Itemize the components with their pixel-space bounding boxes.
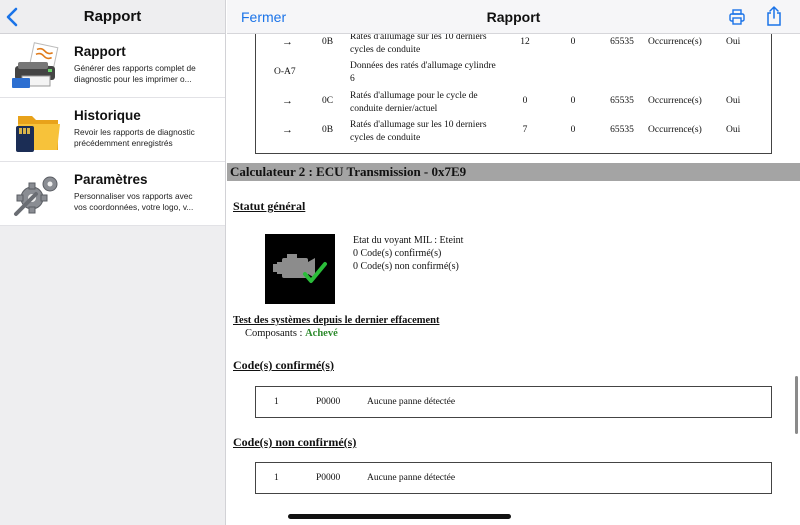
confirmed-codes-heading: Code(s) confirmé(s) [233, 358, 334, 372]
components-status: Achevé [305, 328, 338, 339]
confirmed-codes-table: 1 P0000 Aucune panne détectée [255, 386, 772, 418]
menu-item-text: Paramètres Personnaliser vos rapports av… [74, 170, 193, 213]
dtc-description: Aucune panne détectée [367, 473, 456, 483]
menu-item-description: Personnaliser vos rapports avec vos coor… [74, 191, 194, 212]
components-line: Composants : Achevé [245, 328, 338, 339]
app-root: Rapport Rapport Générer des rapports com… [0, 0, 800, 525]
test-description: Ratés d'allumage pour le cycle de condui… [350, 91, 478, 114]
test-description: Ratés d'allumage sur les 10 derniers cyc… [350, 34, 487, 55]
code-index: 1 [274, 473, 279, 483]
sidebar-header: Rapport [0, 0, 225, 34]
test-id: 0B [322, 37, 334, 47]
check-engine-ok-icon [265, 234, 335, 304]
tests-heading: Test des systèmes depuis le dernier effa… [233, 315, 440, 326]
misfire-data-table: → 0B Ratés d'allumage sur les 10 dernier… [255, 34, 772, 154]
test-id: 0C [322, 96, 334, 106]
printer-report-icon [10, 42, 66, 90]
print-icon[interactable] [729, 9, 745, 25]
dtc-code: P0000 [316, 473, 341, 483]
menu-item-title: Paramètres [74, 172, 148, 187]
test-unit: Occurrence(s) [648, 96, 702, 106]
arrow-icon: → [282, 124, 293, 136]
code-index: 1 [274, 397, 279, 407]
unconfirmed-codes-table: 1 P0000 Aucune panne détectée [255, 462, 772, 494]
menu-item-parametres[interactable]: Paramètres Personnaliser vos rapports av… [0, 162, 225, 226]
settings-gears-icon [10, 170, 66, 218]
test-value: 7 [522, 125, 528, 135]
menu-item-rapport[interactable]: Rapport Générer des rapports complet de … [0, 34, 225, 98]
sidebar-title: Rapport [83, 8, 142, 25]
pid-code: O-A7 [274, 67, 296, 77]
test-value: 12 [520, 37, 530, 47]
menu-item-description: Générer des rapports complet de diagnost… [74, 63, 196, 84]
menu-item-description: Revoir les rapports de diagnostic précéd… [74, 127, 195, 148]
test-max: 65535 [610, 37, 634, 47]
main-header: Fermer Rapport [227, 0, 800, 34]
test-result: Oui [726, 37, 741, 47]
page-title: Rapport [486, 8, 541, 25]
home-indicator[interactable] [288, 514, 511, 519]
close-button[interactable]: Fermer [241, 9, 286, 25]
test-unit: Occurrence(s) [648, 37, 702, 47]
unconfirmed-count: 0 Code(s) non confirmé(s) [353, 261, 459, 272]
test-description: Ratés d'allumage sur les 10 derniers cyc… [350, 120, 487, 143]
menu-item-text: Historique Revoir les rapports de diagno… [74, 106, 195, 149]
arrow-icon: → [282, 36, 293, 48]
test-unit: Occurrence(s) [648, 125, 702, 135]
test-result: Oui [726, 125, 741, 135]
sidebar: Rapport Rapport Générer des rapports com… [0, 0, 226, 525]
test-max: 65535 [610, 125, 634, 135]
report-content[interactable]: → 0B Ratés d'allumage sur les 10 dernier… [227, 34, 800, 525]
confirmed-count: 0 Code(s) confirmé(s) [353, 248, 442, 259]
components-label: Composants : [245, 328, 303, 339]
share-icon[interactable] [766, 6, 782, 26]
test-id: 0B [322, 125, 334, 135]
test-value: 0 [522, 96, 528, 106]
test-min: 0 [570, 125, 576, 135]
test-max: 65535 [610, 96, 634, 106]
back-chevron-icon[interactable] [4, 7, 22, 27]
dtc-code: P0000 [316, 397, 341, 407]
test-min: 0 [570, 96, 576, 106]
status-heading: Statut général [233, 199, 306, 213]
menu-item-title: Historique [74, 108, 141, 123]
menu-item-text: Rapport Générer des rapports complet de … [74, 42, 196, 85]
folder-sd-card-icon [10, 106, 66, 154]
pid-description: Données des ratés d'allumage cylindre 6 [350, 61, 496, 84]
main-panel: Fermer Rapport → 0B Ratés d'allumage sur… [227, 0, 800, 525]
sidebar-menu: Rapport Générer des rapports complet de … [0, 34, 225, 226]
vertical-scrollbar[interactable] [795, 376, 798, 434]
test-min: 0 [570, 37, 576, 47]
dtc-description: Aucune panne détectée [367, 397, 456, 407]
mil-status: Etat du voyant MIL : Eteint [353, 235, 464, 246]
unconfirmed-codes-heading: Code(s) non confirmé(s) [233, 435, 357, 449]
menu-item-historique[interactable]: Historique Revoir les rapports de diagno… [0, 98, 225, 162]
test-result: Oui [726, 96, 741, 106]
arrow-icon: → [282, 95, 293, 107]
ecu-section-title: Calculateur 2 : ECU Transmission - 0x7E9 [227, 163, 800, 181]
menu-item-title: Rapport [74, 44, 126, 59]
mil-summary: Etat du voyant MIL : Eteint 0 Code(s) co… [353, 234, 463, 273]
